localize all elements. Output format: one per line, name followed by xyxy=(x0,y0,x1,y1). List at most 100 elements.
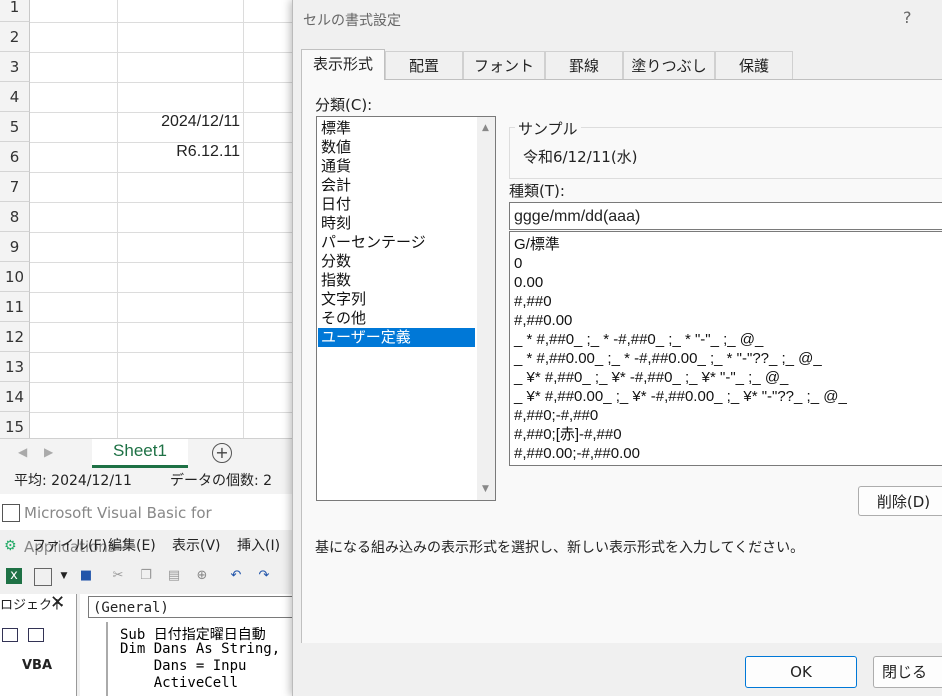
menu-edit[interactable]: 編集(E) xyxy=(108,532,156,560)
scroll-up-icon[interactable]: ▲ xyxy=(482,123,489,133)
row-header[interactable]: 11 xyxy=(0,292,30,322)
row-header[interactable]: 14 xyxy=(0,382,30,412)
format-item[interactable]: _ * #,##0.00_ ;_ * -#,##0.00_ ;_ * "-"??… xyxy=(514,349,822,368)
code-line[interactable]: ActiveCell xyxy=(120,675,238,691)
status-count: データの個数: 2 xyxy=(170,473,273,489)
vba-menu-icon: ⚙ xyxy=(4,538,17,554)
row-header[interactable]: 6 xyxy=(0,142,30,172)
redo-icon[interactable]: ↷ xyxy=(256,568,272,584)
grid-row-line xyxy=(30,232,300,233)
format-item[interactable]: _ ¥* #,##0_ ;_ ¥* -#,##0_ ;_ ¥* "-"_ ;_ … xyxy=(514,368,788,387)
format-listbox[interactable]: G/標準 0 0.00 #,##0 #,##0.00 _ * #,##0_ ;_ * -#… xyxy=(509,231,942,466)
tab-5[interactable]: 保護 xyxy=(715,51,793,79)
tab-3[interactable]: 罫線 xyxy=(545,51,623,79)
project-panel: ロジェクト ✕ VBA xyxy=(0,592,77,696)
cell-r6[interactable]: R6.12.11 xyxy=(120,143,240,161)
row-header[interactable]: 7 xyxy=(0,172,30,202)
tab-4[interactable]: 塗りつぶし xyxy=(623,51,715,79)
row-header[interactable]: 9 xyxy=(0,232,30,262)
row-header[interactable]: 5 xyxy=(0,112,30,142)
sheet-tab-bar: ◀ ▶ Sheet1 + xyxy=(0,438,300,469)
save-icon[interactable]: ■ xyxy=(78,568,94,584)
format-item[interactable]: G/標準 xyxy=(514,235,560,254)
sheet-tab-sheet1[interactable]: Sheet1 xyxy=(92,439,188,468)
category-item[interactable]: 分数 xyxy=(318,252,475,271)
add-sheet-icon[interactable]: + xyxy=(212,443,232,463)
view-object-icon[interactable] xyxy=(28,628,44,642)
close-project-icon[interactable]: ✕ xyxy=(50,592,65,613)
excel-view-icon[interactable]: x xyxy=(6,568,22,584)
grid-row-line xyxy=(30,292,300,293)
view-code-icon[interactable] xyxy=(2,628,18,642)
row-header[interactable]: 10 xyxy=(0,262,30,292)
project-vba-item[interactable]: VBA xyxy=(22,658,52,673)
format-item[interactable]: #,##0 xyxy=(514,292,552,311)
menu-file[interactable]: ファイル(F) xyxy=(32,532,107,560)
help-button[interactable]: ? xyxy=(903,8,912,27)
grid-row-line xyxy=(30,262,300,263)
general-dropdown[interactable]: (General) xyxy=(88,596,300,618)
grid-row-line xyxy=(30,352,300,353)
menu-insert[interactable]: 挿入(I) xyxy=(237,532,280,560)
next-sheet-icon[interactable]: ▶ xyxy=(44,445,53,459)
category-item[interactable]: パーセンテージ xyxy=(318,233,475,252)
find-icon[interactable]: ⊕ xyxy=(194,568,210,584)
type-input[interactable]: ggge/mm/dd(aaa) xyxy=(509,202,942,230)
vba-title-bar: Microsoft Visual Basic for Applications … xyxy=(0,496,300,556)
scroll-down-icon[interactable]: ▼ xyxy=(482,484,489,494)
category-item[interactable]: 数値 xyxy=(318,138,475,157)
category-label: 分類(C): xyxy=(315,96,373,114)
row-header[interactable]: 12 xyxy=(0,322,30,352)
close-button[interactable]: 閉じる xyxy=(873,656,942,688)
format-item[interactable]: #,##0;[赤]-#,##0 xyxy=(514,425,622,444)
row-header[interactable]: 3 xyxy=(0,52,30,82)
format-item[interactable]: _ * #,##0_ ;_ * -#,##0_ ;_ * "-"_ ;_ @_ xyxy=(514,330,763,349)
category-item[interactable]: 時刻 xyxy=(318,214,475,233)
category-item[interactable]: 文字列 xyxy=(318,290,475,309)
cut-icon[interactable]: ✂ xyxy=(110,568,126,584)
tab-1[interactable]: 配置 xyxy=(385,51,463,79)
prev-sheet-icon[interactable]: ◀ xyxy=(18,445,27,459)
format-item[interactable]: 0.00 xyxy=(514,273,543,292)
sample-value: 令和6/12/11(水) xyxy=(523,148,638,166)
grid-col-line xyxy=(243,0,244,438)
row-header[interactable]: 4 xyxy=(0,82,30,112)
ok-button[interactable]: OK xyxy=(745,656,857,688)
format-item[interactable]: #,##0.00;-#,##0.00 xyxy=(514,444,640,463)
dialog-tabs: 表示形式 配置 フォント 罫線 塗りつぶし 保護 xyxy=(301,49,942,80)
menu-view[interactable]: 表示(V) xyxy=(172,532,221,560)
copy-icon[interactable]: ❐ xyxy=(138,568,154,584)
cell-r5[interactable]: 2024/12/11 xyxy=(120,113,240,131)
tab-0[interactable]: 表示形式 xyxy=(301,49,385,80)
dropdown-icon[interactable]: ▼ xyxy=(56,568,72,584)
category-item[interactable]: その他 xyxy=(318,309,475,328)
row-header[interactable]: 13 xyxy=(0,352,30,382)
insert-module-icon[interactable] xyxy=(34,568,52,586)
category-item[interactable]: 日付 xyxy=(318,195,475,214)
category-item[interactable]: 指数 xyxy=(318,271,475,290)
row-header[interactable]: 8 xyxy=(0,202,30,232)
category-listbox[interactable]: 標準 数値 通貨 会計 日付 時刻 パーセンテージ 分数 指数 文字列 その他 ユーザー定義 ▲ ▼ xyxy=(316,116,496,501)
format-item[interactable]: 0 xyxy=(514,254,522,273)
format-item[interactable]: #,##0.00 xyxy=(514,311,572,330)
code-panel: (General) Sub 日付指定曜日自動 Dim Dans As String… xyxy=(80,594,300,696)
dialog-title: セルの書式設定 xyxy=(303,13,401,29)
delete-button[interactable]: 削除(D) xyxy=(858,486,942,516)
row-header[interactable]: 1 xyxy=(0,0,30,22)
paste-icon[interactable]: ▤ xyxy=(166,568,182,584)
category-item[interactable]: ユーザー定義 xyxy=(318,328,475,347)
category-scrollbar[interactable]: ▲ ▼ xyxy=(477,117,495,500)
code-line[interactable]: Dans = Inpu xyxy=(120,658,247,674)
grid-row-line xyxy=(30,22,300,23)
grid-row-line xyxy=(30,52,300,53)
code-line[interactable]: Dim Dans As String, xyxy=(120,641,280,657)
row-header[interactable]: 2 xyxy=(0,22,30,52)
category-item[interactable]: 標準 xyxy=(318,119,475,138)
category-item[interactable]: 会計 xyxy=(318,176,475,195)
status-average: 平均: 2024/12/11 xyxy=(14,473,132,489)
format-item[interactable]: #,##0;-#,##0 xyxy=(514,406,598,425)
tab-2[interactable]: フォント xyxy=(463,51,545,79)
undo-icon[interactable]: ↶ xyxy=(228,568,244,584)
category-item[interactable]: 通貨 xyxy=(318,157,475,176)
format-item[interactable]: _ ¥* #,##0.00_ ;_ ¥* -#,##0.00_ ;_ ¥* "-… xyxy=(514,387,847,406)
